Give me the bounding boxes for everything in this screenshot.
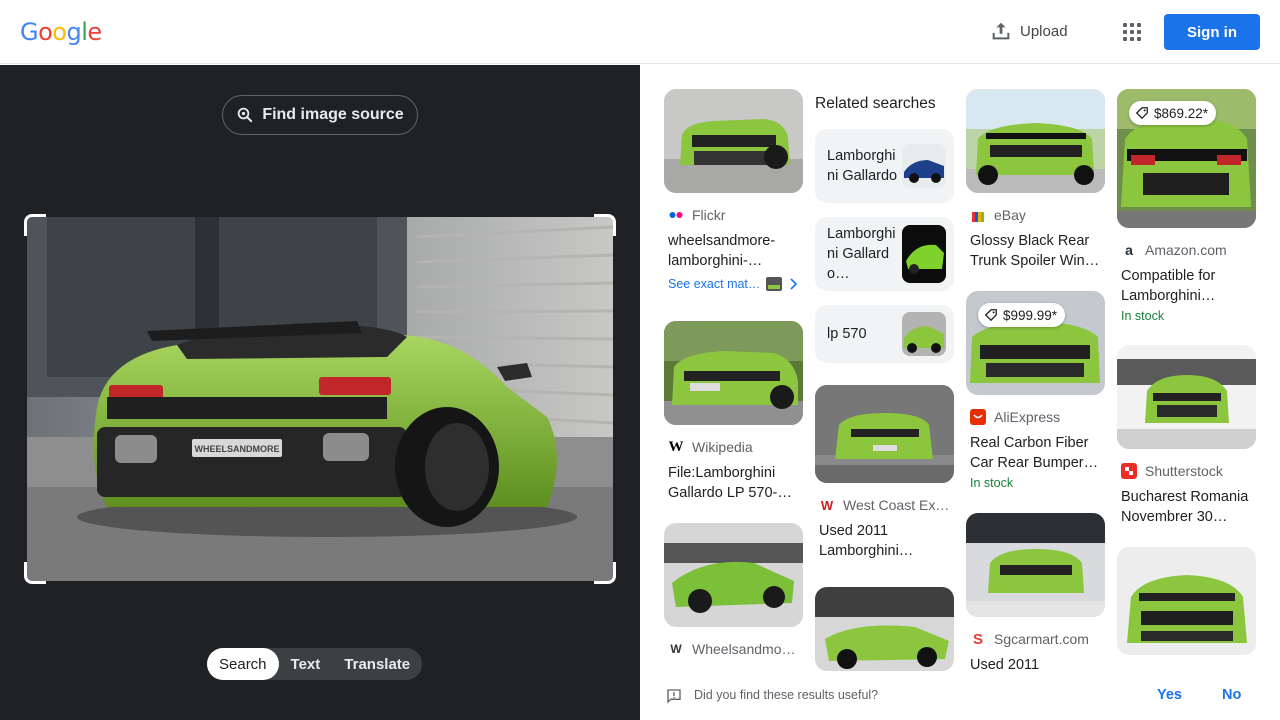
upload-label: Upload: [1020, 22, 1068, 40]
result-title: Compatible for Lamborghini…: [1121, 268, 1216, 304]
ebay-icon: [970, 207, 986, 223]
tab-search[interactable]: Search: [207, 648, 279, 680]
price-tag-icon: [984, 309, 997, 322]
result-thumbnail: [815, 587, 954, 671]
result-title: Bucharest Romania Novembrer 30…: [1121, 489, 1249, 525]
sign-in-button[interactable]: Sign in: [1164, 14, 1260, 50]
upload-button[interactable]: Upload: [990, 20, 1068, 42]
logo-letter: o: [52, 18, 67, 46]
result-card[interactable]: W Wikipedia File:Lamborghini Gallardo LP …: [664, 321, 804, 503]
result-card[interactable]: Flickr wheelsandmore-lamborghini-… See e…: [664, 89, 804, 291]
result-card[interactable]: S Sgcarmart.com Used 2011: [966, 513, 1106, 675]
result-source: Sgcarmart.com: [994, 631, 1089, 647]
price-value: $999.99*: [1003, 307, 1058, 323]
price-badge: $869.22*: [1129, 101, 1217, 125]
west-coast-exotics-icon: W: [820, 497, 834, 513]
flickr-icon: [668, 207, 684, 223]
lens-image-pane: Find image source WHEELSANDMORE Search T…: [0, 65, 640, 720]
result-title: wheelsandmore-lamborghini-…: [668, 233, 776, 269]
related-search-thumb: [902, 144, 946, 188]
stock-status: In stock: [1121, 309, 1165, 323]
result-card[interactable]: $869.22* a Amazon.com Compatible for Lamb…: [1117, 89, 1257, 323]
stock-status: In stock: [970, 476, 1014, 490]
lens-search-icon: [238, 107, 253, 123]
result-thumbnail: [1117, 547, 1256, 655]
tab-translate[interactable]: Translate: [332, 648, 422, 680]
logo-letter: e: [87, 18, 102, 46]
apps-grid-icon[interactable]: [1120, 20, 1144, 44]
exact-match-label: See exact mat…: [668, 277, 761, 291]
result-card[interactable]: [815, 587, 955, 671]
result-card[interactable]: eBay Glossy Black Rear Trunk Spoiler Win…: [966, 89, 1106, 271]
shutterstock-icon: [1121, 463, 1137, 479]
related-search-thumb: [902, 312, 946, 356]
related-search-label: Lamborghini Gallardo: [827, 148, 898, 184]
feedback-no-button[interactable]: No: [1222, 687, 1241, 703]
lens-mode-selector: Search Text Translate: [207, 648, 423, 680]
result-thumbnail: [815, 385, 954, 483]
exact-match-thumb-icon: [766, 277, 783, 291]
result-title: Used 2011 Lamborghini…: [819, 523, 914, 559]
see-exact-matches-link[interactable]: See exact mat…: [664, 277, 804, 291]
result-source: Shutterstock: [1145, 463, 1223, 479]
result-card[interactable]: $999.99* AliExpress Real Carbon Fiber Ca…: [966, 291, 1106, 490]
amazon-icon: a: [1121, 242, 1137, 258]
wikipedia-icon: W: [668, 439, 684, 455]
result-title: Glossy Black Rear Trunk Spoiler Win…: [970, 233, 1100, 269]
result-card[interactable]: Shutterstock Bucharest Romania Novembrer…: [1117, 345, 1257, 527]
result-source: eBay: [994, 207, 1026, 223]
result-thumbnail: $869.22*: [1117, 89, 1256, 228]
aliexpress-icon: [970, 409, 986, 425]
google-logo[interactable]: Google: [20, 18, 102, 46]
visual-matches-pane: Flickr wheelsandmore-lamborghini-… See e…: [640, 65, 1280, 720]
result-source: Amazon.com: [1145, 242, 1227, 258]
related-search-thumb: [902, 225, 946, 283]
logo-letter: G: [20, 18, 39, 46]
feedback-icon: [667, 689, 681, 704]
crop-frame[interactable]: WHEELSANDMORE: [24, 214, 616, 584]
result-card[interactable]: W West Coast Ex… Used 2011 Lamborghini…: [815, 385, 955, 561]
wheelsandmore-icon: W: [670, 642, 682, 656]
related-search-label: lp 570: [827, 326, 867, 342]
upload-icon: [992, 22, 1010, 40]
result-source: Wheelsandmo…: [692, 641, 796, 657]
price-badge: $999.99*: [978, 303, 1066, 327]
result-card[interactable]: [1117, 547, 1257, 655]
top-bar: Google Upload Sign in: [0, 0, 1280, 64]
result-source: West Coast Ex…: [843, 497, 950, 513]
related-search-label: Lamborghini Gallardo…: [827, 226, 896, 282]
find-source-label: Find image source: [262, 106, 404, 123]
sgcarmart-icon: S: [972, 631, 983, 647]
feedback-bar: Did you find these results useful? Yes N…: [640, 672, 1280, 720]
result-title: File:Lamborghini Gallardo LP 570-…: [668, 465, 792, 501]
query-car-image: WHEELSANDMORE: [27, 217, 613, 581]
related-search-chip[interactable]: Lamborghini Gallardo…: [815, 217, 954, 291]
result-thumbnail: [664, 321, 803, 425]
feedback-yes-button[interactable]: Yes: [1157, 687, 1182, 703]
result-thumbnail: [1117, 345, 1256, 449]
result-thumbnail: [664, 523, 803, 627]
result-source: AliExpress: [994, 409, 1061, 425]
logo-letter: o: [38, 18, 53, 46]
result-source: Flickr: [692, 207, 726, 223]
chevron-right-icon: [790, 278, 798, 290]
license-plate-text: WHEELSANDMORE: [195, 444, 280, 454]
result-title: Real Carbon Fiber Car Rear Bumper…: [970, 435, 1099, 471]
tab-text[interactable]: Text: [279, 648, 333, 680]
find-image-source-button[interactable]: Find image source: [222, 95, 418, 135]
result-thumbnail: [966, 513, 1105, 617]
feedback-question: Did you find these results useful?: [694, 688, 879, 702]
related-search-chip[interactable]: Lamborghini Gallardo: [815, 129, 954, 203]
price-tag-icon: [1135, 107, 1148, 120]
price-value: $869.22*: [1154, 105, 1209, 121]
related-searches-heading: Related searches: [815, 95, 936, 112]
related-search-chip[interactable]: lp 570: [815, 305, 954, 363]
logo-letter: g: [66, 18, 82, 46]
result-source: Wikipedia: [692, 439, 753, 455]
result-thumbnail: [664, 89, 803, 193]
result-thumbnail: $999.99*: [966, 291, 1105, 395]
result-card[interactable]: W Wheelsandmo…: [664, 523, 804, 657]
result-thumbnail: [966, 89, 1105, 193]
